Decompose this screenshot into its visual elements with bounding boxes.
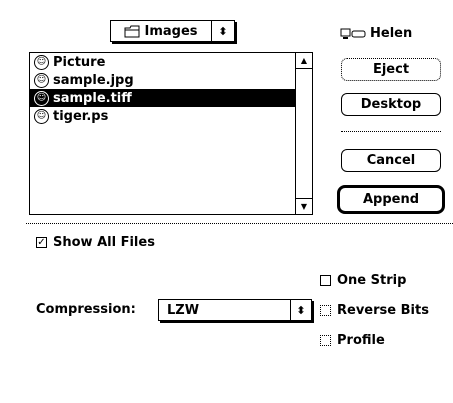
checkbox-disabled-icon[interactable] (320, 305, 331, 316)
file-name: tiger.ps (53, 108, 109, 124)
volume-label: Helen (370, 26, 413, 41)
append-button-label: Append (362, 192, 420, 207)
up-down-arrows-icon[interactable]: ⬍ (212, 26, 234, 37)
compression-value: LZW (167, 302, 200, 318)
compression-select[interactable]: LZW ⬍ (158, 299, 312, 321)
checkbox-icon[interactable] (320, 275, 331, 286)
file-row-selected[interactable]: ☺ sample.tiff (30, 89, 295, 107)
file-icon: ☺ (34, 54, 49, 70)
eject-button-label: Eject (372, 62, 410, 77)
button-separator (341, 131, 441, 132)
scroll-up-arrow-icon[interactable]: ▲ (296, 53, 312, 69)
file-icon: ☺ (34, 90, 49, 106)
file-icon: ☺ (34, 108, 49, 124)
file-name: sample.jpg (53, 72, 134, 88)
folder-icon (124, 25, 140, 37)
file-name: Picture (53, 54, 106, 70)
volume-label-wrap: Helen (340, 26, 412, 41)
computer-drive-icon (340, 28, 366, 39)
reverse-bits-checkbox[interactable]: Reverse Bits (320, 303, 429, 318)
append-button[interactable]: Append (337, 185, 445, 214)
show-all-files-label: Show All Files (53, 235, 155, 250)
folder-popup-label-wrap: Images (111, 24, 211, 39)
desktop-button[interactable]: Desktop (341, 93, 441, 116)
folder-popup[interactable]: Images ⬍ (110, 20, 235, 42)
file-list-scrollbar[interactable]: ▲ ▼ (295, 53, 312, 214)
eject-button[interactable]: Eject (341, 58, 441, 81)
section-separator (26, 223, 453, 224)
checkbox-checked-icon[interactable]: ✓ (36, 237, 47, 248)
reverse-bits-label: Reverse Bits (337, 303, 429, 318)
cancel-button[interactable]: Cancel (341, 149, 441, 172)
file-list[interactable]: ☺ Picture ☺ sample.jpg ☺ sample.tiff ☺ t… (29, 52, 313, 215)
profile-checkbox[interactable]: Profile (320, 333, 385, 348)
file-row[interactable]: ☺ sample.jpg (30, 71, 295, 89)
checkbox-disabled-icon[interactable] (320, 335, 331, 346)
desktop-button-label: Desktop (360, 97, 422, 112)
file-row[interactable]: ☺ tiger.ps (30, 107, 295, 125)
file-name: sample.tiff (53, 90, 132, 106)
folder-popup-label: Images (144, 23, 198, 39)
file-list-rows: ☺ Picture ☺ sample.jpg ☺ sample.tiff ☺ t… (30, 53, 295, 125)
file-row[interactable]: ☺ Picture (30, 53, 295, 71)
up-down-arrows-icon[interactable]: ⬍ (291, 304, 311, 317)
scroll-down-arrow-icon[interactable]: ▼ (296, 198, 312, 214)
show-all-files-checkbox[interactable]: ✓ Show All Files (36, 235, 155, 250)
one-strip-checkbox[interactable]: One Strip (320, 273, 406, 288)
one-strip-label: One Strip (337, 273, 407, 288)
file-icon: ☺ (34, 72, 49, 88)
cancel-button-label: Cancel (366, 153, 416, 168)
profile-label: Profile (337, 333, 385, 348)
compression-label: Compression: (36, 302, 136, 317)
